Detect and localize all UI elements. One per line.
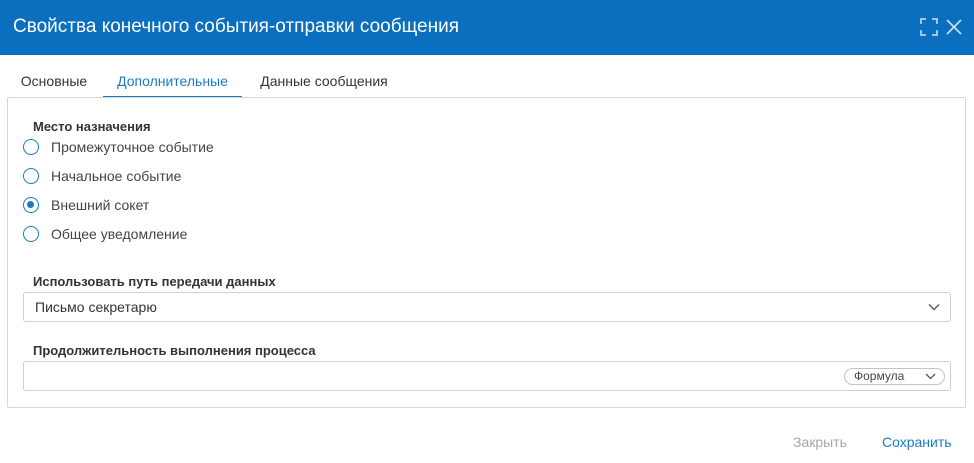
close-icon[interactable] <box>945 18 963 36</box>
tab-main[interactable]: Основные <box>8 66 100 96</box>
radio-intermediate-event[interactable]: Промежуточное событие <box>23 138 243 158</box>
data-path-selected-value: Письмо секретарю <box>35 299 157 315</box>
dialog-title: Свойства конечного события-отправки сооб… <box>13 16 459 37</box>
radio-external-socket[interactable]: Внешний сокет <box>23 196 243 216</box>
tab-message-data[interactable]: Данные сообщения <box>248 66 400 96</box>
dialog-titlebar: Свойства конечного события-отправки сооб… <box>0 0 974 55</box>
data-path-label: Использовать путь передачи данных <box>33 274 276 289</box>
radio-start-event[interactable]: Начальное событие <box>23 167 243 187</box>
formula-mode-button[interactable]: Формула <box>844 368 945 385</box>
radio-button-selected[interactable] <box>23 197 39 213</box>
chevron-down-icon <box>925 373 936 380</box>
tab-panel: Место назначения Промежуточное событие Н… <box>7 97 966 408</box>
tab-additional[interactable]: Дополнительные <box>103 66 242 98</box>
maximize-icon[interactable] <box>920 18 938 36</box>
save-button[interactable]: Сохранить <box>882 433 952 451</box>
duration-label: Продолжительность выполнения процесса <box>33 343 316 358</box>
radio-button[interactable] <box>23 168 39 184</box>
properties-dialog: Свойства конечного события-отправки сооб… <box>0 0 974 463</box>
chevron-down-icon <box>928 304 940 311</box>
data-path-select[interactable]: Письмо секретарю <box>23 292 951 322</box>
radio-label: Внешний сокет <box>51 197 150 213</box>
formula-mode-label: Формула <box>854 369 905 383</box>
radio-general-notification[interactable]: Общее уведомление <box>23 225 243 245</box>
radio-label: Начальное событие <box>51 168 182 184</box>
radio-label: Промежуточное событие <box>51 139 214 155</box>
duration-input[interactable]: Формула <box>23 361 951 391</box>
radio-button[interactable] <box>23 139 39 155</box>
destination-label: Место назначения <box>33 119 151 134</box>
close-button[interactable]: Закрыть <box>793 433 847 451</box>
radio-button[interactable] <box>23 226 39 242</box>
radio-label: Общее уведомление <box>51 226 188 242</box>
